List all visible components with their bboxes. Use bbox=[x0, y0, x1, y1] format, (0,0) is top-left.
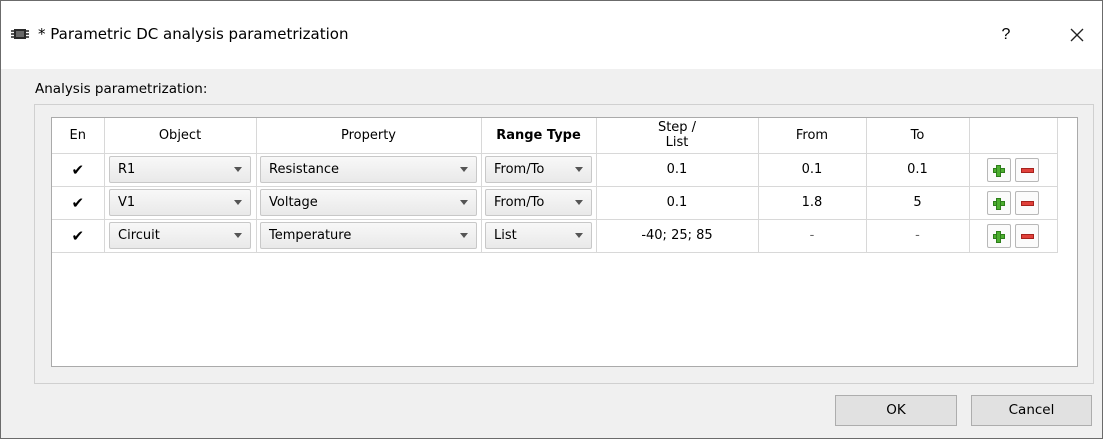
chevron-down-icon bbox=[234, 200, 242, 205]
table-row: ✔ R1 Resistance From/To 0.1 0.1 0.1 bbox=[52, 153, 1058, 187]
table-row: ✔ Circuit Temperature List -40; 25; 85 -… bbox=[52, 219, 1058, 253]
property-value: Voltage bbox=[269, 195, 318, 210]
title-bar: * Parametric DC analysis parametrization… bbox=[1, 1, 1102, 69]
property-value: Temperature bbox=[269, 228, 352, 243]
chevron-down-icon bbox=[575, 200, 583, 205]
minus-icon bbox=[1021, 233, 1035, 239]
range-type-select[interactable]: From/To bbox=[485, 189, 592, 216]
remove-row-button[interactable] bbox=[1015, 157, 1040, 182]
help-button[interactable]: ? bbox=[991, 21, 1021, 49]
parameter-table: En Object Property Range Type Step / Lis… bbox=[51, 117, 1078, 367]
property-value: Resistance bbox=[269, 162, 340, 177]
object-value: V1 bbox=[118, 195, 136, 210]
window-title: * Parametric DC analysis parametrization bbox=[38, 25, 349, 43]
object-select[interactable]: Circuit bbox=[109, 222, 251, 249]
to-cell[interactable]: - bbox=[866, 219, 970, 253]
property-select[interactable]: Resistance bbox=[260, 156, 477, 183]
header-step-line2: List bbox=[665, 135, 689, 151]
property-select[interactable]: Voltage bbox=[260, 189, 477, 216]
chevron-down-icon bbox=[575, 167, 583, 172]
step-cell[interactable]: 0.1 bbox=[596, 153, 759, 187]
close-icon bbox=[1070, 28, 1084, 42]
from-cell[interactable]: 1.8 bbox=[758, 186, 867, 220]
ok-button[interactable]: OK bbox=[835, 395, 957, 426]
chevron-down-icon bbox=[460, 233, 468, 238]
minus-icon bbox=[1021, 167, 1035, 173]
range-type-value: From/To bbox=[494, 162, 545, 177]
range-type-select[interactable]: From/To bbox=[485, 156, 592, 183]
header-object[interactable]: Object bbox=[104, 118, 257, 154]
step-cell[interactable]: -40; 25; 85 bbox=[596, 219, 759, 253]
app-icon bbox=[11, 27, 29, 41]
object-select[interactable]: V1 bbox=[109, 189, 251, 216]
chevron-down-icon bbox=[460, 200, 468, 205]
object-select[interactable]: R1 bbox=[109, 156, 251, 183]
header-actions bbox=[969, 118, 1058, 154]
dialog-window: * Parametric DC analysis parametrization… bbox=[0, 0, 1103, 439]
header-step-line1: Step / bbox=[657, 120, 697, 136]
from-cell[interactable]: - bbox=[758, 219, 867, 253]
remove-row-button[interactable] bbox=[1015, 223, 1040, 248]
range-type-value: List bbox=[494, 228, 517, 243]
chevron-down-icon bbox=[234, 233, 242, 238]
add-row-button[interactable] bbox=[986, 223, 1011, 248]
cancel-button[interactable]: Cancel bbox=[971, 395, 1092, 426]
object-value: R1 bbox=[118, 162, 136, 177]
enable-checkbox[interactable]: ✔ bbox=[71, 194, 84, 212]
step-cell[interactable]: 0.1 bbox=[596, 186, 759, 220]
table-row: ✔ V1 Voltage From/To 0.1 1.8 5 bbox=[52, 186, 1058, 220]
header-property[interactable]: Property bbox=[256, 118, 482, 154]
chevron-down-icon bbox=[460, 167, 468, 172]
header-to[interactable]: To bbox=[866, 118, 970, 154]
chevron-down-icon bbox=[234, 167, 242, 172]
header-from[interactable]: From bbox=[758, 118, 867, 154]
header-step-list[interactable]: Step / List bbox=[596, 118, 759, 154]
range-type-value: From/To bbox=[494, 195, 545, 210]
header-en[interactable]: En bbox=[52, 118, 105, 154]
chevron-down-icon bbox=[575, 233, 583, 238]
section-label: Analysis parametrization: bbox=[35, 81, 208, 97]
add-row-button[interactable] bbox=[986, 157, 1011, 182]
property-select[interactable]: Temperature bbox=[260, 222, 477, 249]
object-value: Circuit bbox=[118, 228, 160, 243]
enable-checkbox[interactable]: ✔ bbox=[71, 227, 84, 245]
enable-checkbox[interactable]: ✔ bbox=[71, 161, 84, 179]
from-cell[interactable]: 0.1 bbox=[758, 153, 867, 187]
remove-row-button[interactable] bbox=[1015, 190, 1040, 215]
range-type-select[interactable]: List bbox=[485, 222, 592, 249]
to-cell[interactable]: 0.1 bbox=[866, 153, 970, 187]
close-button[interactable] bbox=[1059, 19, 1095, 49]
to-cell[interactable]: 5 bbox=[866, 186, 970, 220]
add-row-button[interactable] bbox=[986, 190, 1011, 215]
table-header-row: En Object Property Range Type Step / Lis… bbox=[52, 118, 1058, 154]
minus-icon bbox=[1021, 200, 1035, 206]
header-range-type[interactable]: Range Type bbox=[481, 118, 597, 154]
